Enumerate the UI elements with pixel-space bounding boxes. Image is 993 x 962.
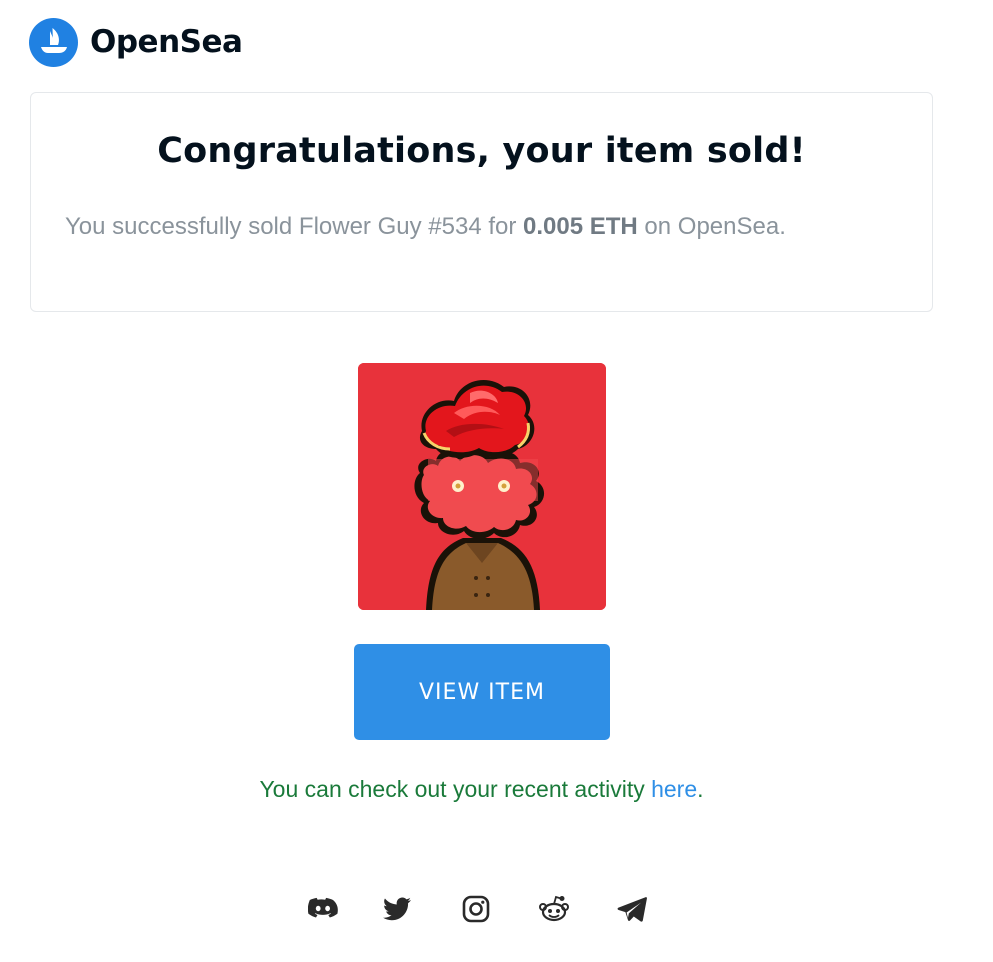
page-title: Congratulations, your item sold! [157, 131, 806, 171]
social-links [0, 892, 963, 926]
activity-link[interactable]: here [651, 776, 697, 802]
twitter-icon[interactable] [380, 892, 414, 926]
activity-text-suffix: . [697, 776, 704, 802]
discord-icon[interactable] [306, 892, 340, 926]
instagram-icon[interactable] [459, 892, 493, 926]
nft-image[interactable] [358, 363, 606, 610]
sale-confirmation-card: Congratulations, your item sold! You suc… [30, 92, 933, 312]
brand-name: OpenSea [90, 24, 243, 60]
reddit-icon[interactable] [537, 892, 571, 926]
sale-message-suffix: on OpenSea. [637, 213, 786, 240]
view-item-button[interactable]: VIEW ITEM [354, 644, 610, 740]
telegram-icon[interactable] [615, 892, 649, 926]
activity-text: You can check out your recent activity h… [0, 776, 963, 803]
header: OpenSea [29, 17, 243, 67]
opensea-logo-icon[interactable] [29, 17, 78, 67]
sale-price: 0.005 ETH [523, 213, 638, 240]
sale-message-prefix: You successfully sold Flower Guy #534 fo… [65, 213, 524, 240]
flower-guy-illustration [358, 363, 606, 610]
activity-text-prefix: You can check out your recent activity [259, 776, 652, 802]
sale-message: You successfully sold Flower Guy #534 fo… [65, 213, 786, 241]
